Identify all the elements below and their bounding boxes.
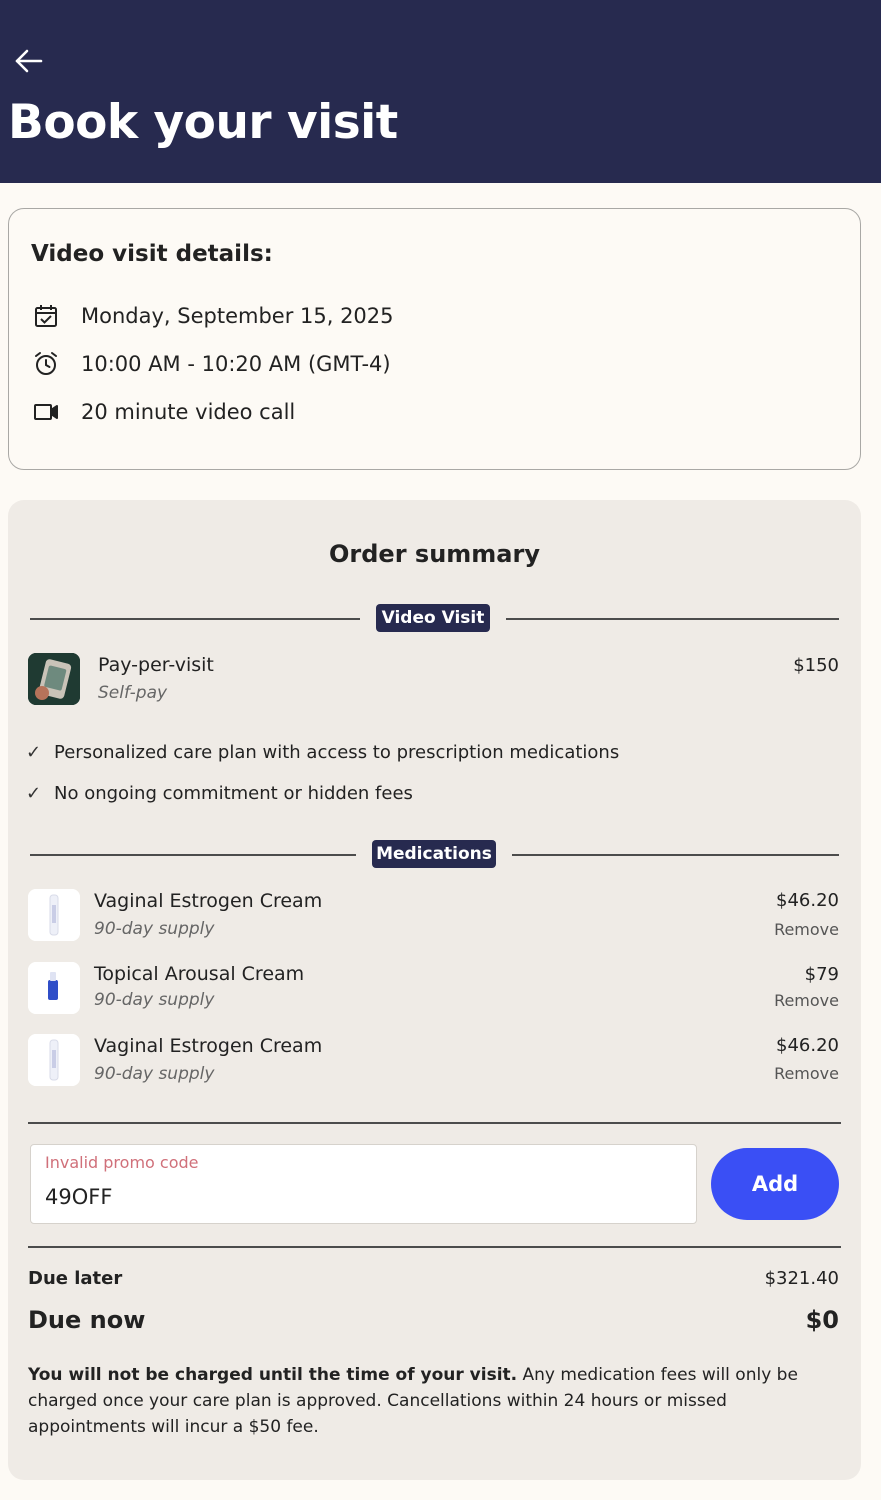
divider-line — [28, 1246, 841, 1248]
promo-code-input[interactable] — [45, 1181, 675, 1213]
remove-medication-link[interactable]: Remove — [774, 1064, 839, 1083]
add-promo-button[interactable]: Add — [711, 1148, 839, 1220]
remove-medication-link[interactable]: Remove — [774, 920, 839, 939]
medications-chip: Medications — [372, 840, 496, 868]
medication-image — [28, 1034, 80, 1086]
due-later-label: Due later — [28, 1268, 123, 1289]
visit-item-sub: Self-pay — [98, 683, 168, 703]
visit-details-heading: Video visit details: — [31, 241, 273, 267]
divider-line — [512, 854, 839, 856]
medication-supply: 90-day supply — [94, 919, 215, 939]
visit-item-name: Pay-per-visit — [98, 654, 214, 676]
checkmark-icon: ✓ — [26, 783, 42, 804]
promo-error-text: Invalid promo code — [45, 1153, 199, 1172]
divider-line — [30, 854, 356, 856]
alarm-clock-icon — [31, 349, 61, 379]
video-visit-chip: Video Visit — [376, 604, 490, 632]
back-arrow-icon[interactable] — [12, 44, 46, 78]
visit-duration: 20 minute video call — [81, 400, 296, 424]
visit-date-row: Monday, September 15, 2025 — [31, 299, 394, 333]
medication-name: Vaginal Estrogen Cream — [94, 890, 323, 912]
medication-price: $79 — [804, 964, 839, 985]
benefit-item: ✓ Personalized care plan with access to … — [26, 742, 620, 763]
app-header: Book your visit — [0, 0, 881, 183]
visit-product-image — [28, 653, 80, 705]
medication-name: Vaginal Estrogen Cream — [94, 1035, 323, 1057]
divider-line — [506, 618, 839, 620]
medication-supply: 90-day supply — [94, 1064, 215, 1084]
remove-medication-link[interactable]: Remove — [774, 991, 839, 1010]
benefit-item: ✓ No ongoing commitment or hidden fees — [26, 783, 413, 804]
divider-line — [28, 1122, 841, 1124]
visit-details-card: Video visit details: Monday, September 1… — [8, 208, 861, 470]
promo-code-field[interactable]: Invalid promo code — [30, 1144, 697, 1224]
video-camera-icon — [31, 397, 61, 427]
divider-line — [30, 618, 360, 620]
medication-price: $46.20 — [776, 890, 839, 911]
calendar-icon — [31, 301, 61, 331]
medication-image — [28, 889, 80, 941]
due-later-value: $321.40 — [764, 1268, 839, 1289]
order-summary-title: Order summary — [329, 540, 540, 568]
visit-item-price: $150 — [793, 655, 839, 676]
due-now-value: $0 — [805, 1306, 839, 1334]
charge-notice-bold: You will not be charged until the time o… — [28, 1365, 518, 1385]
visit-date: Monday, September 15, 2025 — [81, 304, 394, 328]
medication-supply: 90-day supply — [94, 990, 215, 1010]
charge-notice: You will not be charged until the time o… — [28, 1362, 843, 1440]
visit-time-row: 10:00 AM - 10:20 AM (GMT-4) — [31, 347, 391, 381]
checkmark-icon: ✓ — [26, 742, 42, 763]
page-title: Book your visit — [8, 95, 398, 150]
due-now-label: Due now — [28, 1306, 146, 1334]
medication-image — [28, 962, 80, 1014]
visit-time: 10:00 AM - 10:20 AM (GMT-4) — [81, 352, 391, 376]
order-summary-card: Order summary Video Visit Pay-per-visit … — [8, 500, 861, 1480]
medication-price: $46.20 — [776, 1035, 839, 1056]
medication-name: Topical Arousal Cream — [94, 963, 305, 985]
visit-duration-row: 20 minute video call — [31, 395, 295, 429]
